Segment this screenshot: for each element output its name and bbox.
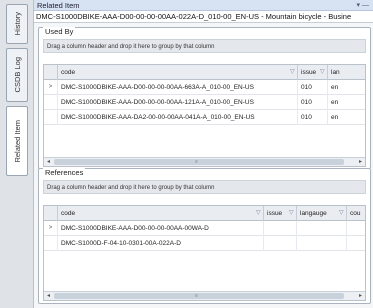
row-selector[interactable] (44, 95, 58, 110)
cell-issue (264, 236, 297, 251)
scrollbar-thumb[interactable] (54, 159, 344, 165)
grid-header: code ▽ issue ▽ lan (44, 65, 365, 80)
filter-icon[interactable]: ▽ (320, 69, 325, 75)
table-row[interactable]: DMC-S1000DBIKE-AAA-D00-00-00-00AA-121A-A… (44, 95, 365, 110)
scroll-left-icon[interactable]: ◂ (44, 292, 53, 300)
cell-code: DMC-S1000DBIKE-AAA-D00-00-00-00AA-121A-A… (58, 95, 298, 110)
filter-icon[interactable]: ▽ (290, 69, 295, 75)
cell-language (297, 236, 347, 251)
related-item-panel: Related Item ▾ — DMC-S1000DBIKE-AAA-D00-… (34, 0, 373, 308)
column-header-country[interactable]: cou (347, 206, 365, 221)
cell-issue: 010 (298, 80, 328, 95)
cell-code: DMC-S1000DBIKE-AAA-D00-00-00-00AA-00WA-D (58, 221, 264, 236)
table-row[interactable]: DMC-S1000D-F-04-10-0301-00A-022A-D (44, 236, 365, 251)
cell-country (347, 236, 365, 251)
column-header-issue[interactable]: issue ▽ (264, 206, 297, 221)
panel-title: Related Item (37, 1, 80, 10)
filter-icon[interactable]: ▽ (289, 210, 294, 216)
column-header-issue[interactable]: issue ▽ (298, 65, 328, 80)
scrollbar-thumb[interactable] (54, 293, 344, 299)
used-by-label: Used By (43, 27, 76, 36)
scroll-right-icon[interactable]: ▸ (356, 158, 365, 166)
tab-history[interactable]: History (6, 4, 28, 44)
cell-code: DMC-S1000DBIKE-AAA-D00-00-00-00AA-663A-A… (58, 80, 298, 95)
group-by-drop-area[interactable]: Drag a column header and drop it here to… (43, 180, 366, 194)
row-selector[interactable]: > (44, 221, 58, 236)
cell-language: en (331, 114, 339, 121)
panel-title-bar: Related Item ▾ — (34, 0, 373, 11)
references-grid: code ▽ issue ▽ langauge ▽ cou > DMC-S100… (43, 205, 366, 301)
column-header-language[interactable]: lan (328, 65, 365, 80)
vertical-tab-strip: History CSDB Log Related Item (0, 0, 34, 308)
column-header-code[interactable]: code ▽ (58, 65, 298, 80)
cell-language: en (331, 99, 339, 106)
filter-icon[interactable]: ▽ (256, 210, 261, 216)
related-item-name: DMC-S1000DBIKE-AAA-D00-00-00-00AA-022A-D… (34, 11, 373, 23)
row-selector-header (44, 206, 58, 221)
group-by-drop-area[interactable]: Drag a column header and drop it here to… (43, 39, 366, 53)
row-selector-header (44, 65, 58, 80)
tab-csdb-log[interactable]: CSDB Log (6, 48, 28, 102)
cell-code: DMC-S1000D-F-04-10-0301-00A-022A-D (58, 236, 264, 251)
scroll-right-icon[interactable]: ▸ (356, 292, 365, 300)
row-selector[interactable]: > (44, 80, 58, 95)
tab-related-item[interactable]: Related Item (6, 106, 28, 176)
grid-header: code ▽ issue ▽ langauge ▽ cou (44, 206, 365, 221)
used-by-grid: code ▽ issue ▽ lan > DMC-S1000DBIKE-AAA-… (43, 64, 366, 167)
panel-window-controls[interactable]: ▾ — (357, 0, 369, 11)
row-selector[interactable] (44, 236, 58, 251)
cell-code: DMC-S1000DBIKE-AAA-DA2-00-00-00AA-041A-A… (58, 110, 298, 125)
table-row[interactable]: > DMC-S1000DBIKE-AAA-D00-00-00-00AA-663A… (44, 80, 365, 95)
grip-icon: ≡ (195, 293, 198, 299)
cell-issue (264, 221, 297, 236)
horizontal-scrollbar[interactable]: ◂ ≡ ▸ (44, 291, 365, 300)
horizontal-scrollbar[interactable]: ◂ ≡ ▸ (44, 157, 365, 166)
table-row[interactable]: > DMC-S1000DBIKE-AAA-D00-00-00-00AA-00WA… (44, 221, 365, 236)
column-header-language[interactable]: langauge ▽ (297, 206, 347, 221)
cell-issue: 010 (298, 110, 328, 125)
references-label: References (43, 168, 86, 177)
table-row[interactable]: DMC-S1000DBIKE-AAA-DA2-00-00-00AA-041A-A… (44, 110, 365, 125)
cell-language (297, 221, 347, 236)
cell-language: en (331, 84, 339, 91)
references-group: References Drag a column header and drop… (38, 168, 371, 304)
column-header-code[interactable]: code ▽ (58, 206, 264, 221)
used-by-group: Used By Drag a column header and drop it… (38, 27, 371, 169)
grip-icon: ≡ (195, 159, 198, 165)
cell-issue: 010 (298, 95, 328, 110)
filter-icon[interactable]: ▽ (339, 210, 344, 216)
cell-country (347, 221, 365, 236)
scroll-left-icon[interactable]: ◂ (44, 158, 53, 166)
row-selector[interactable] (44, 110, 58, 125)
